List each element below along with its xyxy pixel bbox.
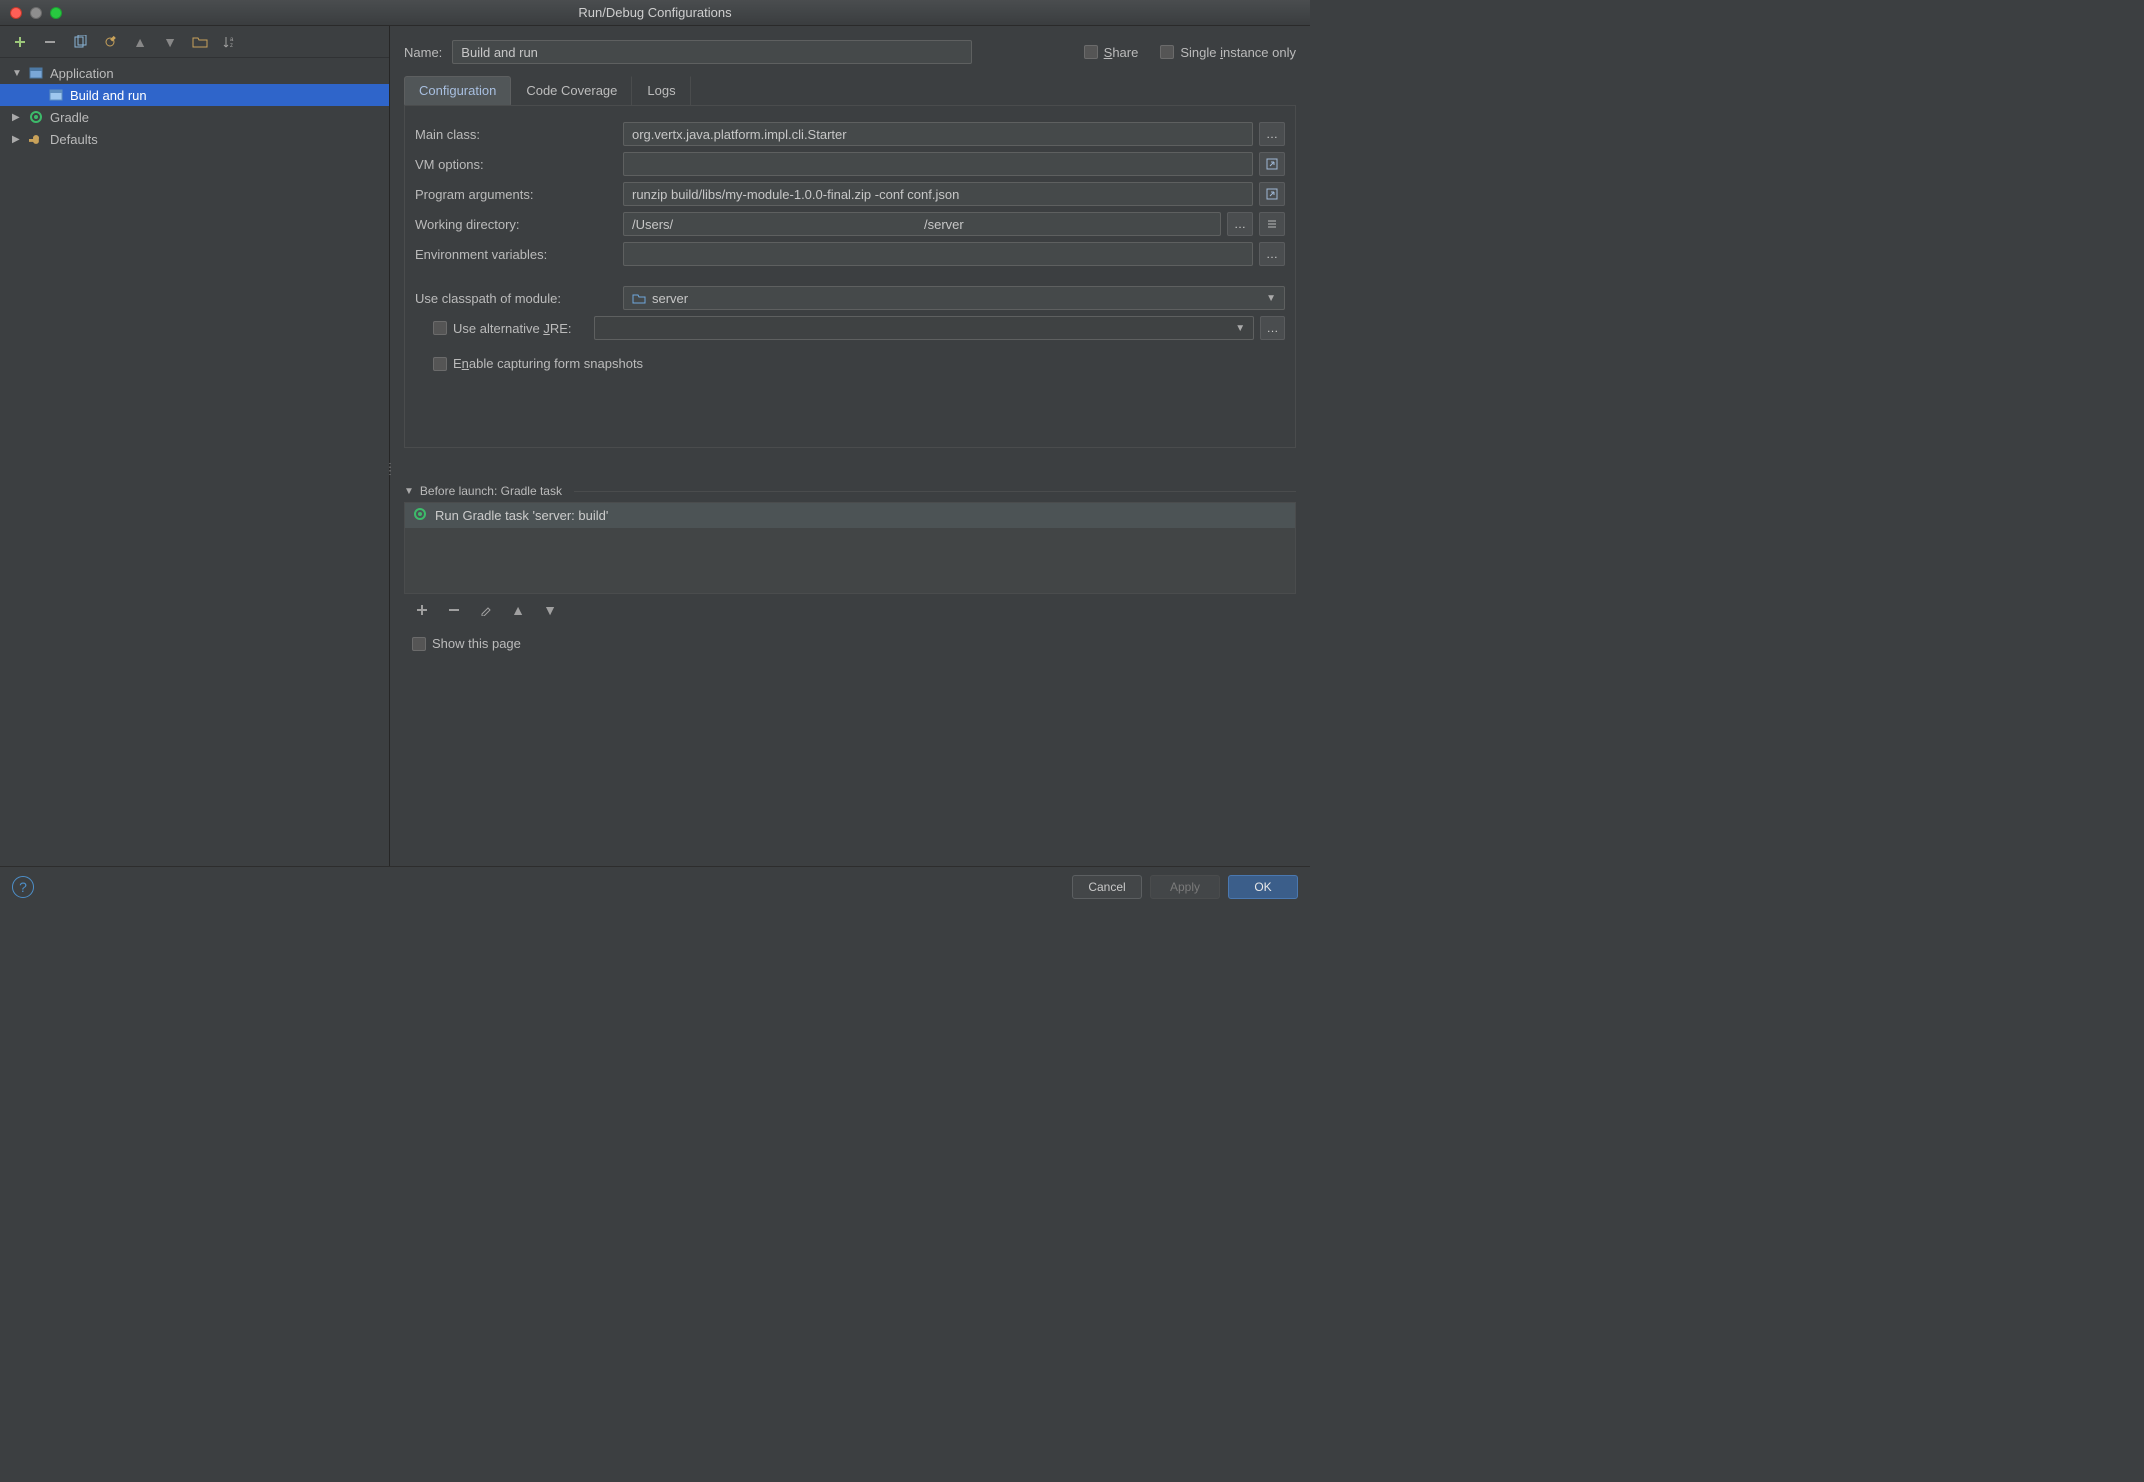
dialog-footer: ? Cancel Apply OK	[0, 866, 1310, 906]
titlebar: Run/Debug Configurations	[0, 0, 1310, 26]
share-checkbox-input[interactable]	[1084, 45, 1098, 59]
snapshots-checkbox[interactable]: Enable capturing form snapshotsEnable ca…	[433, 356, 643, 371]
name-input[interactable]	[452, 40, 972, 64]
vm-options-label: VM options:	[415, 157, 615, 172]
chevron-right-icon: ▶	[12, 112, 24, 123]
env-vars-input[interactable]	[623, 242, 1253, 266]
classpath-module-label: Use classpath of module:	[415, 291, 615, 306]
program-args-input[interactable]	[623, 182, 1253, 206]
chevron-right-icon: ▶	[12, 134, 24, 145]
browse-env-vars-button[interactable]: …	[1259, 242, 1285, 266]
single-instance-checkbox-input[interactable]	[1160, 45, 1174, 59]
tree-item-application[interactable]: ▼ Application	[0, 62, 389, 84]
before-launch-title: Before launch: Gradle task	[420, 484, 562, 498]
config-tree: ▼ Application Build and run ▶ Gradle	[0, 58, 389, 866]
remove-config-button[interactable]	[40, 32, 60, 52]
ok-button[interactable]: OK	[1228, 875, 1298, 899]
bl-down-button[interactable]: ▼	[540, 600, 560, 620]
share-checkbox[interactable]: SSharehare	[1084, 45, 1139, 60]
sidebar-toolbar: ▲ ▼ az	[0, 26, 389, 58]
main-class-label: Main class:	[415, 127, 615, 142]
tree-item-defaults[interactable]: ▶ Defaults	[0, 128, 389, 150]
move-up-button[interactable]: ▲	[130, 32, 150, 52]
show-this-page-label: Show this page	[432, 636, 521, 651]
alt-jre-checkbox[interactable]: Use alternative JRE:Use alternative JRE:	[433, 321, 572, 336]
classpath-module-value: server	[652, 291, 688, 306]
tab-code-coverage[interactable]: Code Coverage	[511, 76, 632, 105]
before-launch-item-label: Run Gradle task 'server: build'	[435, 508, 608, 523]
sort-button[interactable]: az	[220, 32, 240, 52]
wrench-icon	[28, 131, 44, 147]
before-launch-item[interactable]: Run Gradle task 'server: build'	[405, 503, 1295, 528]
expand-vm-options-button[interactable]	[1259, 152, 1285, 176]
tree-label: Defaults	[50, 132, 98, 147]
name-label: Name:	[404, 45, 442, 60]
before-launch-toolbar: ▲ ▼	[404, 594, 1296, 628]
add-config-button[interactable]	[10, 32, 30, 52]
tree-item-gradle[interactable]: ▶ Gradle	[0, 106, 389, 128]
tree-label: Build and run	[70, 88, 147, 103]
alt-jre-checkbox-input[interactable]	[433, 321, 447, 335]
tree-item-build-and-run[interactable]: Build and run	[0, 84, 389, 106]
sidebar: ▲ ▼ az ▼ Application Build and run	[0, 26, 390, 866]
bl-up-button[interactable]: ▲	[508, 600, 528, 620]
main-class-input[interactable]	[623, 122, 1253, 146]
apply-button: Apply	[1150, 875, 1220, 899]
chevron-down-icon: ▼	[1266, 293, 1276, 304]
name-row: Name: SSharehare Single instance onlySin…	[404, 34, 1296, 70]
working-dir-suffix: /server	[924, 217, 964, 232]
tab-configuration[interactable]: Configuration	[404, 76, 511, 105]
alt-jre-label: Use alternative JRE:Use alternative JRE:	[453, 321, 572, 336]
svg-text:z: z	[230, 43, 233, 49]
move-down-button[interactable]: ▼	[160, 32, 180, 52]
cancel-button[interactable]: Cancel	[1072, 875, 1142, 899]
list-working-dir-button[interactable]	[1259, 212, 1285, 236]
before-launch-section: ▼ Before launch: Gradle task Run Gradle …	[404, 484, 1296, 659]
module-icon	[632, 292, 646, 304]
browse-main-class-button[interactable]: …	[1259, 122, 1285, 146]
program-args-label: Program arguments:	[415, 187, 615, 202]
show-this-page-checkbox-input[interactable]	[412, 637, 426, 651]
snapshots-label: Enable capturing form snapshotsEnable ca…	[453, 356, 643, 371]
tree-label: Gradle	[50, 110, 89, 125]
copy-config-button[interactable]	[70, 32, 90, 52]
working-dir-input[interactable]: /Users/ /server	[623, 212, 1221, 236]
single-instance-checkbox[interactable]: Single instance onlySingle instance only	[1160, 45, 1296, 60]
chevron-down-icon: ▼	[12, 68, 24, 79]
tabstrip: Configuration Code Coverage Logs	[404, 76, 1296, 106]
alt-jre-select: ▼	[594, 316, 1255, 340]
expand-program-args-button[interactable]	[1259, 182, 1285, 206]
configuration-tab-body: Main class: … VM options: Program argume…	[404, 106, 1296, 448]
vm-options-input[interactable]	[623, 152, 1253, 176]
chevron-down-icon: ▼	[404, 486, 414, 497]
gradle-icon	[28, 109, 44, 125]
share-label: SSharehare	[1104, 45, 1139, 60]
application-icon	[48, 87, 64, 103]
bl-remove-button[interactable]	[444, 600, 464, 620]
single-instance-label: Single instance onlySingle instance only	[1180, 45, 1296, 60]
help-button[interactable]: ?	[12, 876, 34, 898]
working-dir-label: Working directory:	[415, 217, 615, 232]
resize-grip-icon[interactable]: ⋮⋮	[385, 466, 393, 474]
bl-add-button[interactable]	[412, 600, 432, 620]
browse-alt-jre-button[interactable]: …	[1260, 316, 1285, 340]
edit-defaults-button[interactable]	[100, 32, 120, 52]
working-dir-prefix: /Users/	[632, 217, 673, 232]
window-title: Run/Debug Configurations	[0, 5, 1310, 20]
before-launch-header[interactable]: ▼ Before launch: Gradle task	[404, 484, 1296, 498]
show-this-page-checkbox[interactable]: Show this page	[412, 636, 1288, 651]
classpath-module-select[interactable]: server ▼	[623, 286, 1285, 310]
tab-logs[interactable]: Logs	[632, 76, 690, 105]
tree-label: Application	[50, 66, 114, 81]
env-vars-label: Environment variables:	[415, 247, 615, 262]
before-launch-list: Run Gradle task 'server: build'	[404, 502, 1296, 594]
snapshots-checkbox-input[interactable]	[433, 357, 447, 371]
browse-working-dir-button[interactable]: …	[1227, 212, 1253, 236]
application-icon	[28, 65, 44, 81]
config-panel: ⋮⋮ Name: SSharehare Single instance only…	[390, 26, 1310, 866]
folder-button[interactable]	[190, 32, 210, 52]
chevron-down-icon: ▼	[1235, 323, 1245, 334]
gradle-icon	[413, 507, 427, 524]
bl-edit-button[interactable]	[476, 600, 496, 620]
